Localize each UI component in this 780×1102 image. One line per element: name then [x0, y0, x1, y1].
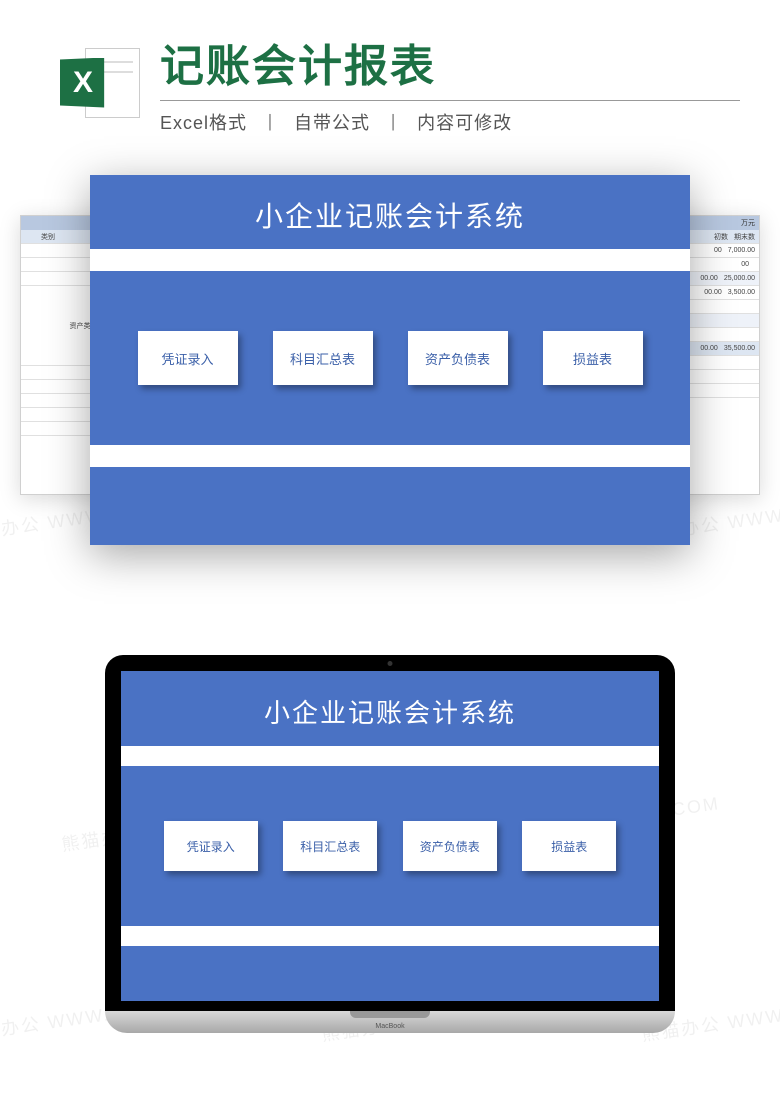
cell: 00.00	[700, 345, 718, 352]
cell: 00	[714, 247, 722, 254]
preview-stack: 类别 资产类 万元 初数 期末数 007,000.00 00 00.0025,0…	[0, 175, 780, 575]
cell: 00	[741, 261, 749, 268]
excel-x-badge: X	[60, 58, 106, 108]
sub-format: Excel格式	[160, 113, 247, 133]
col-header: 期末数	[734, 232, 755, 242]
system-title: 小企业记账会计系统	[90, 175, 690, 249]
balance-sheet-button[interactable]: 资产负债表	[408, 331, 508, 385]
page-subtitle: Excel格式 丨 自带公式 丨 内容可修改	[160, 100, 740, 135]
excel-icon: X	[60, 43, 140, 123]
cell: 7,000.00	[728, 247, 755, 254]
voucher-entry-button[interactable]: 凭证录入	[138, 331, 238, 385]
laptop-screen: 小企业记账会计系统 凭证录入 科目汇总表 资产负债表 损益表	[121, 671, 659, 1001]
system-title: 小企业记账会计系统	[121, 671, 659, 746]
camera-icon	[388, 661, 393, 666]
sub-formula: 自带公式	[294, 113, 370, 133]
laptop-mockup: 小企业记账会计系统 凭证录入 科目汇总表 资产负债表 损益表 MacBook	[0, 655, 780, 1033]
cell: 3,500.00	[728, 289, 755, 296]
cell: 00.00	[700, 275, 718, 282]
template-main-card: 小企业记账会计系统 凭证录入 科目汇总表 资产负债表 损益表	[90, 175, 690, 545]
voucher-entry-button[interactable]: 凭证录入	[164, 821, 258, 871]
income-statement-button[interactable]: 损益表	[522, 821, 616, 871]
sub-editable: 内容可修改	[417, 113, 512, 133]
laptop-brand: MacBook	[105, 1023, 675, 1030]
col-header: 初数	[714, 232, 728, 242]
account-summary-button[interactable]: 科目汇总表	[273, 331, 373, 385]
laptop-base: MacBook	[105, 1011, 675, 1033]
cell: 35,500.00	[724, 345, 755, 352]
income-statement-button[interactable]: 损益表	[543, 331, 643, 385]
page-title: 记账会计报表	[160, 30, 740, 94]
page-header: X 记账会计报表 Excel格式 丨 自带公式 丨 内容可修改	[0, 0, 780, 145]
cell: 00.00	[704, 289, 722, 296]
account-summary-button[interactable]: 科目汇总表	[283, 821, 377, 871]
cell: 25,000.00	[724, 275, 755, 282]
balance-sheet-button[interactable]: 资产负债表	[403, 821, 497, 871]
laptop-screen-frame: 小企业记账会计系统 凭证录入 科目汇总表 资产负债表 损益表	[105, 655, 675, 1011]
